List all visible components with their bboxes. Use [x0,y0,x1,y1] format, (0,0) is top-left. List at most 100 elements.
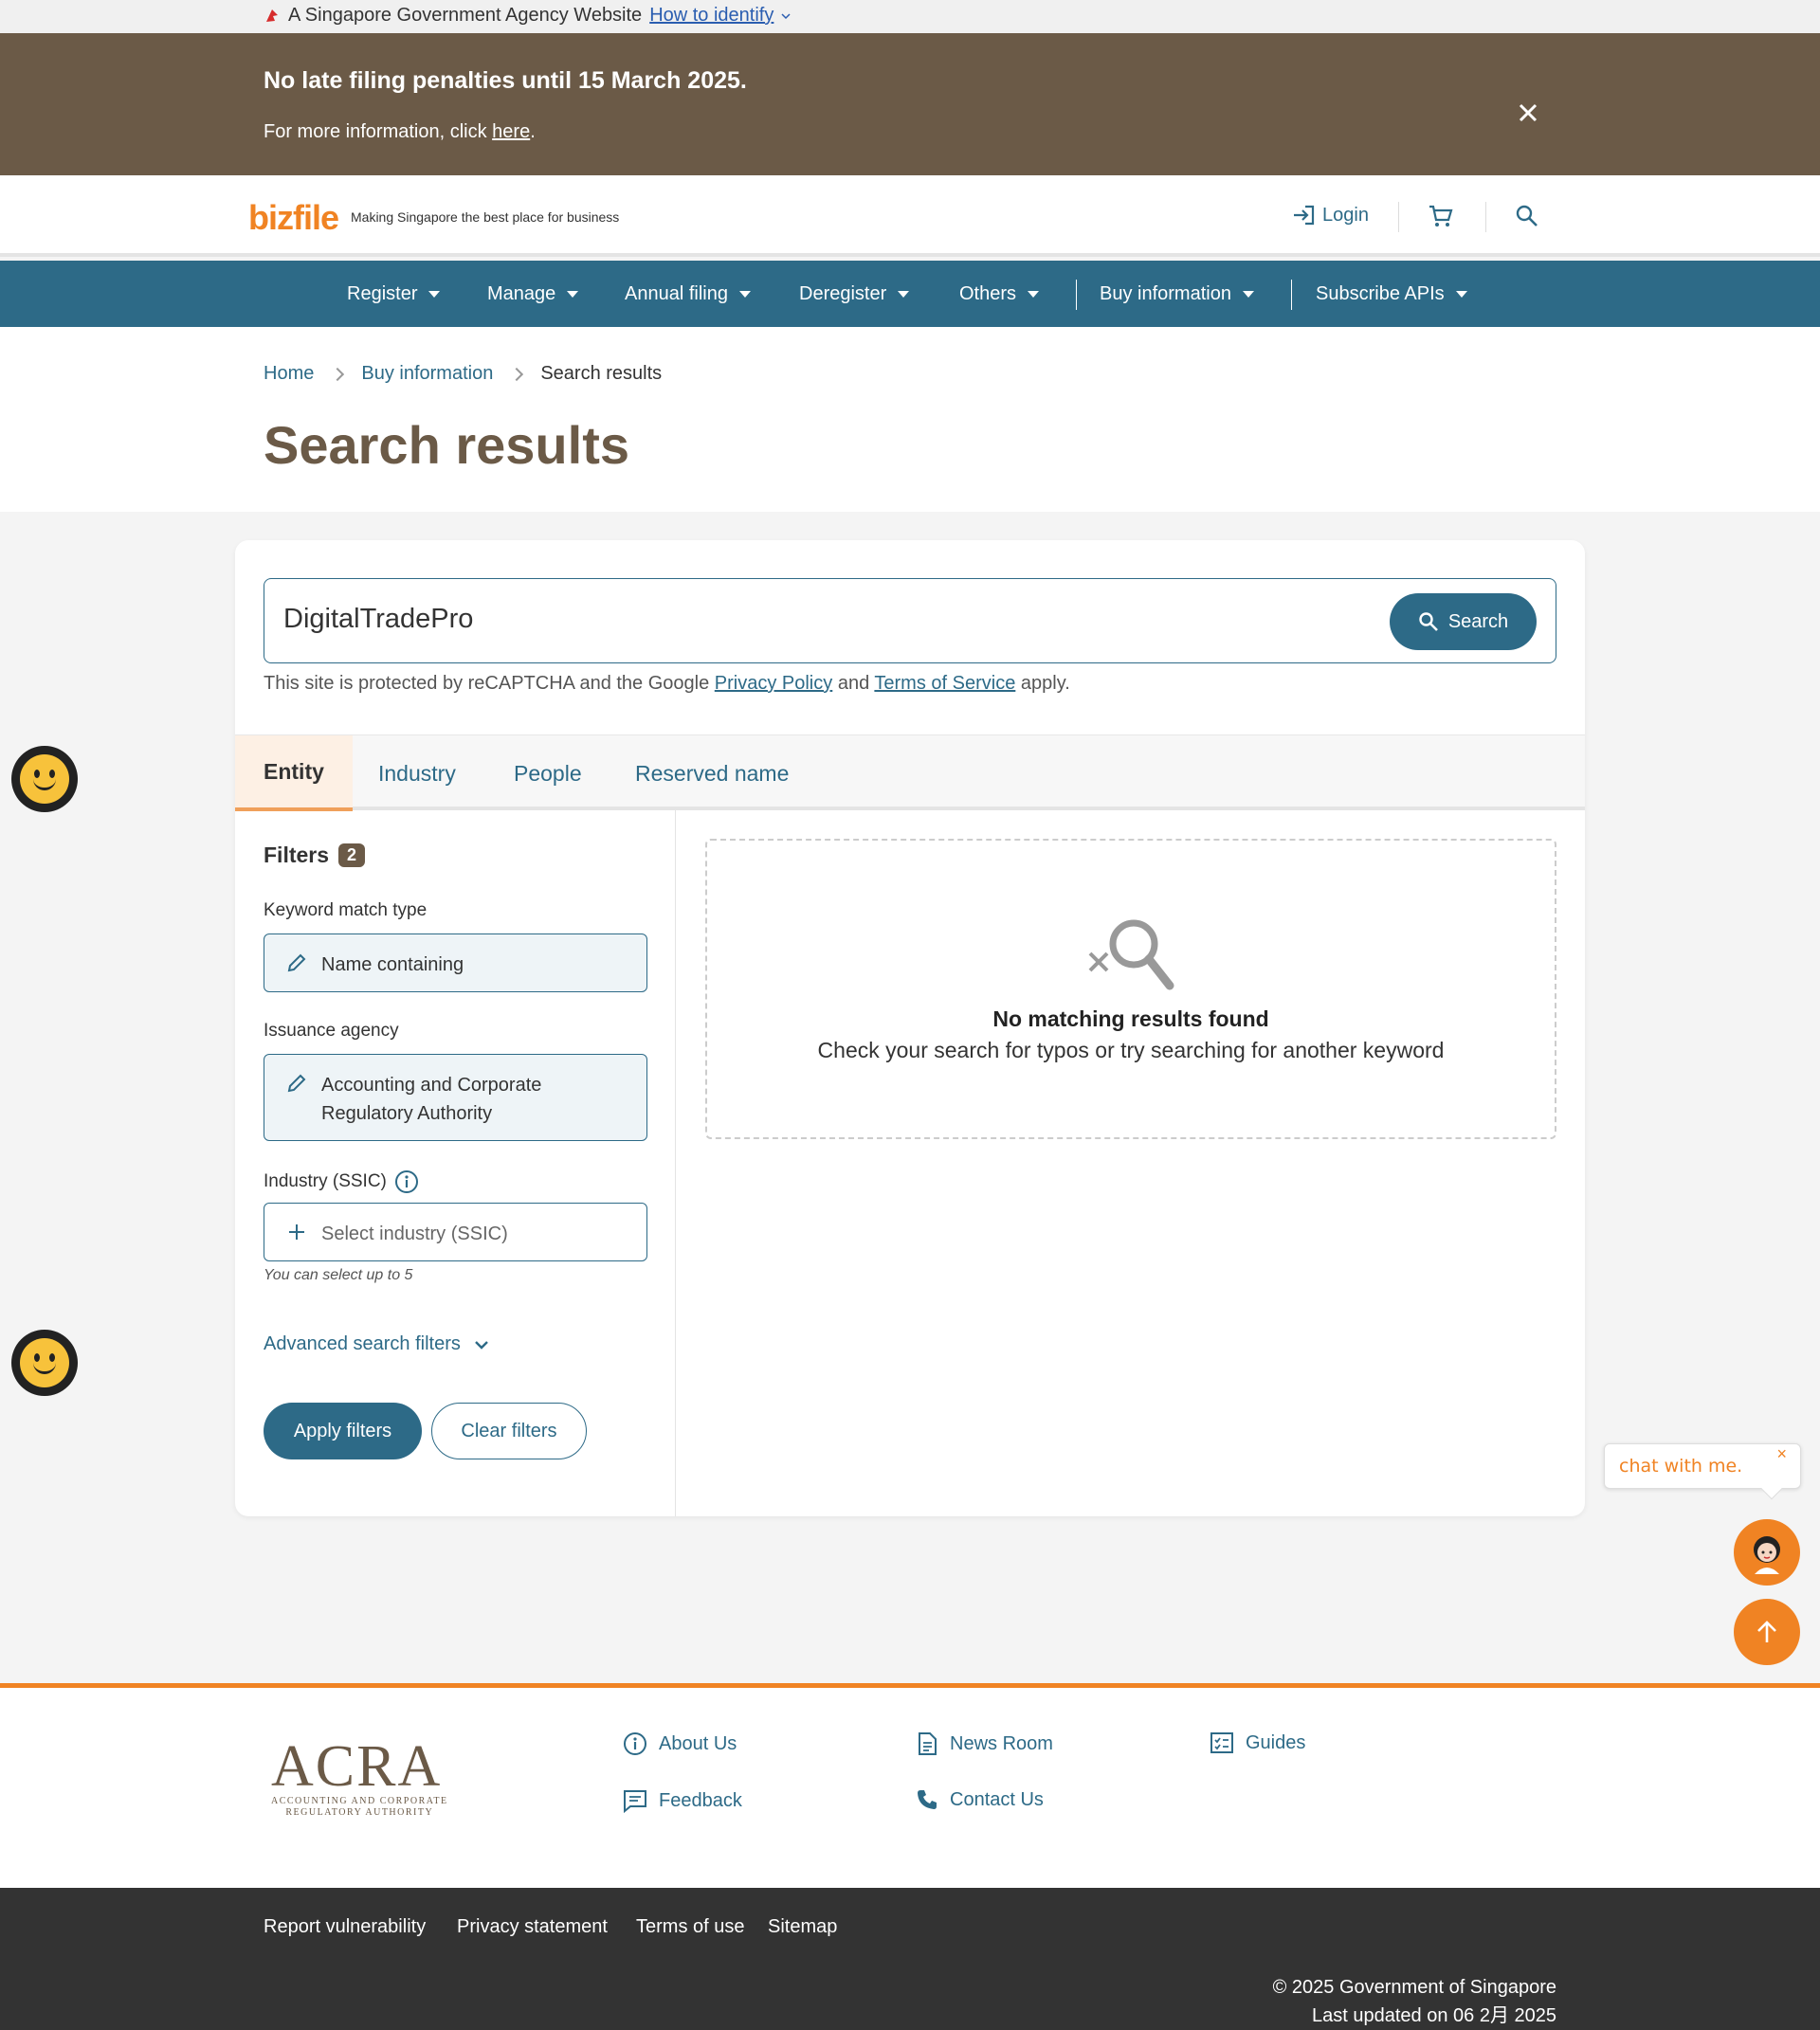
apply-filters-button[interactable]: Apply filters [264,1403,422,1459]
breadcrumb-buy-information[interactable]: Buy information [361,363,493,385]
how-to-identify-link[interactable]: How to identify [649,5,774,27]
phone-icon [918,1790,937,1809]
industry-ssic-placeholder: Select industry (SSIC) [321,1223,508,1244]
caret-down-icon [738,290,751,298]
nav-divider [1076,280,1077,310]
main-nav: Register Manage Annual filing Deregister… [0,261,1820,327]
caret-down-icon [1028,290,1040,298]
chevron-down-icon [475,1340,488,1350]
privacy-statement-link[interactable]: Privacy statement [457,1916,608,1938]
plus-icon [289,1224,304,1240]
tab-entity[interactable]: Entity [235,735,353,811]
header-divider [1398,202,1399,232]
masthead-text: A Singapore Government Agency Website [288,5,643,26]
site-header: bizfile Making Singapore the best place … [0,175,1820,257]
chat-bubble[interactable]: chat with me. × [1604,1443,1801,1500]
banner-title: No late filing penalties until 15 March … [264,67,747,94]
nav-manage[interactable]: Manage [487,261,579,327]
issuance-agency-field[interactable]: Accounting and Corporate Regulatory Autho… [264,1054,647,1141]
smiley-icon [20,754,69,804]
banner-here-link[interactable]: here [492,121,530,142]
sitemap-link[interactable]: Sitemap [768,1916,837,1938]
header-search-button[interactable] [1515,204,1539,228]
caret-down-icon [1242,290,1254,298]
cart-button[interactable] [1428,204,1454,228]
nav-others[interactable]: Others [959,261,1040,327]
tab-industry[interactable]: Industry [378,735,456,811]
acra-logo-line1: ACCOUNTING AND CORPORATE [271,1796,448,1806]
issuance-agency-value: Accounting and Corporate Regulatory Autho… [321,1071,541,1128]
acra-logo-line2: REGULATORY AUTHORITY [285,1807,434,1818]
last-updated-text: Last updated on 06 2月 2025 [1312,2005,1556,2026]
login-button[interactable]: Login [1292,204,1369,227]
keyword-match-label-text: Keyword match type [264,900,428,920]
feedback-smiley-button[interactable] [11,746,78,812]
industry-ssic-label: Industry (SSIC) [264,1169,419,1194]
issuance-agency-label-text: Issuance agency [264,1021,399,1041]
nav-label: Register [347,282,418,304]
info-icon [624,1732,646,1755]
assistant-avatar-icon [1754,1536,1780,1574]
agency-line1: Accounting and Corporate [321,1075,542,1096]
nav-label: Manage [487,282,556,304]
checklist-icon [1210,1732,1233,1753]
industry-ssic-select[interactable]: Select industry (SSIC) [264,1203,647,1261]
search-button-label: Search [1447,610,1509,632]
announcement-banner: No late filing penalties until 15 March … [0,33,1820,175]
search-input[interactable]: DigitalTradePro Search [264,578,1556,663]
search-button[interactable]: Search [1390,593,1537,650]
smiley-icon [20,1338,69,1387]
cart-icon [1429,205,1453,227]
privacy-policy-link[interactable]: Privacy Policy [715,673,832,694]
chat-assistant-avatar[interactable] [1734,1519,1800,1586]
breadcrumb: Home Buy information Search results [264,363,662,385]
news-room-label: News Room [950,1732,1053,1754]
nav-buy-information[interactable]: Buy information [1100,261,1254,327]
keyword-match-field[interactable]: Name containing [264,933,647,992]
caret-down-icon [567,290,579,298]
login-label: Login [1322,204,1369,226]
chat-bubble-close-button[interactable]: × [1776,1444,1787,1464]
search-icon [1516,205,1538,227]
agency-line2: Regulatory Authority [321,1103,493,1124]
footer-feedback-link[interactable]: Feedback [623,1788,742,1813]
search-input-value: DigitalTradePro [283,604,474,634]
recaptcha-notice: This site is protected by reCAPTCHA and … [264,673,1070,695]
back-to-top-button[interactable] [1734,1599,1800,1665]
advanced-filters-label: Advanced search filters [264,1333,461,1354]
nav-annual-filing[interactable]: Annual filing [625,261,751,327]
tab-people[interactable]: People [514,735,582,811]
acra-logo[interactable]: ACRA ACCOUNTING AND CORPORATE REGULATORY… [271,1737,448,1819]
footer-guides-link[interactable]: Guides [1210,1731,1305,1754]
keyword-match-label: Keyword match type [264,900,427,921]
banner-close-button[interactable] [1515,100,1541,126]
nav-subscribe-apis[interactable]: Subscribe APIs [1316,261,1467,327]
clear-filters-button[interactable]: Clear filters [431,1403,587,1459]
nav-label: Deregister [799,282,887,304]
footer-bottom-bar: Report vulnerability Privacy statement T… [0,1888,1820,2030]
terms-of-service-link[interactable]: Terms of Service [874,673,1015,694]
footer-contact-us-link[interactable]: Contact Us [916,1788,1044,1811]
breadcrumb-home[interactable]: Home [264,363,314,385]
tab-reserved-name[interactable]: Reserved name [635,735,789,811]
terms-of-use-link[interactable]: Terms of use [636,1916,744,1938]
filters-title: Filters [264,843,330,867]
nav-register[interactable]: Register [347,261,441,327]
footer-about-us-link[interactable]: About Us [623,1731,737,1756]
no-results-title: No matching results found [992,1006,1269,1031]
nav-deregister[interactable]: Deregister [799,261,910,327]
report-vulnerability-link[interactable]: Report vulnerability [264,1916,426,1938]
caret-down-icon [1455,290,1467,298]
pencil-icon [287,1074,306,1093]
nav-label: Subscribe APIs [1316,282,1445,304]
footer-news-room-link[interactable]: News Room [916,1731,1053,1756]
feedback-smiley-button[interactable] [11,1330,78,1396]
advanced-search-filters-toggle[interactable]: Advanced search filters [264,1333,489,1355]
nav-label: Buy information [1100,282,1231,304]
chat-bubble-text: chat with me. [1619,1456,1743,1477]
bizfile-logo[interactable]: bizfile [248,198,339,238]
result-tabs: Entity Industry People Reserved name [235,734,1585,811]
info-icon[interactable] [394,1169,419,1194]
merlion-icon [266,9,278,22]
recaptcha-apply: apply. [1015,673,1070,694]
